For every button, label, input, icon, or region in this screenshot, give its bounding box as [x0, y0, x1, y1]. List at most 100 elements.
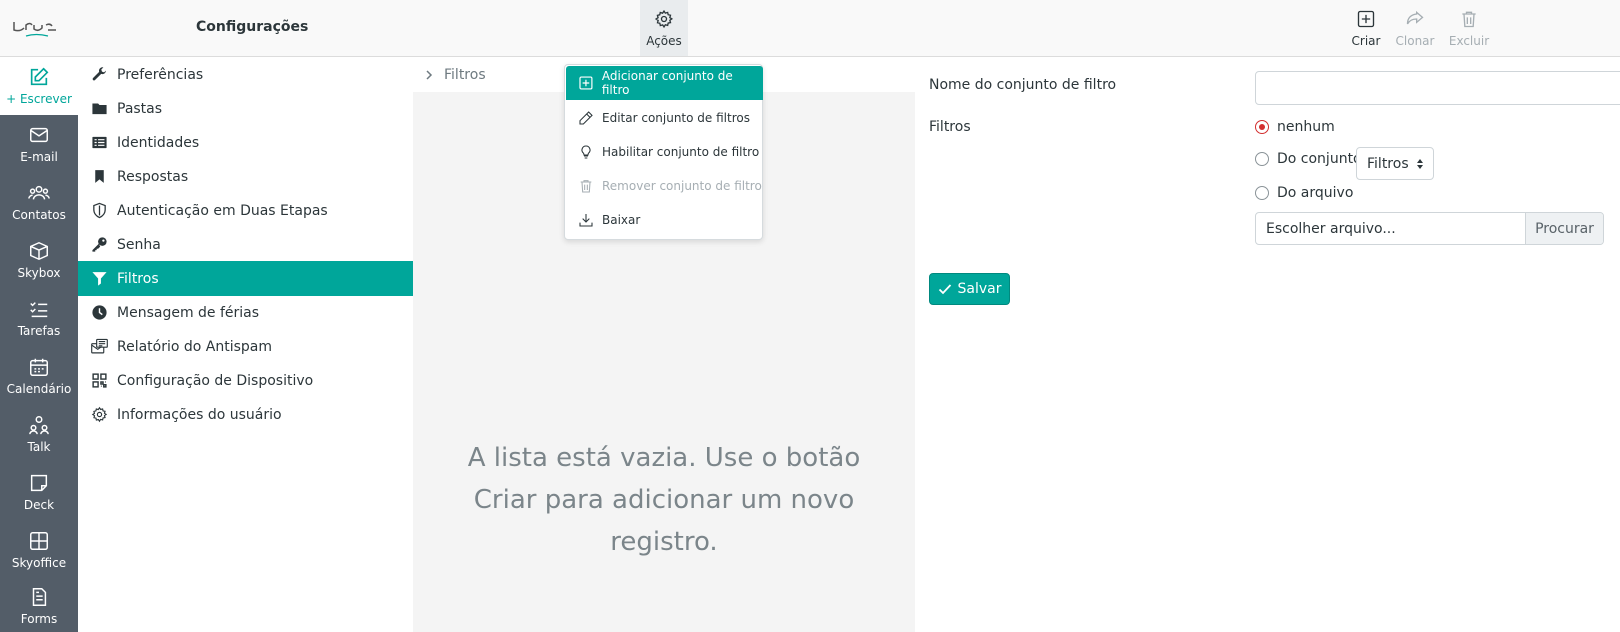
breadcrumb-label: Filtros	[444, 66, 486, 83]
settings-item-label: Mensagem de férias	[117, 304, 260, 321]
radio-option-from-file[interactable]: Do arquivo	[1255, 185, 1353, 201]
clone-button[interactable]: Clonar	[1391, 0, 1439, 56]
delete-button[interactable]: Excluir	[1444, 0, 1494, 56]
nav-item-label: Forms	[20, 611, 58, 626]
mail-icon	[30, 127, 48, 143]
forms-icon	[32, 587, 47, 606]
brand-logo	[13, 22, 56, 37]
sort-caret-icon	[1417, 159, 1423, 169]
office-icon	[30, 532, 48, 550]
settings-item-identities[interactable]: Identidades	[78, 125, 413, 160]
nav-item-calendar[interactable]: Calendário	[0, 347, 78, 405]
delete-label: Excluir	[1448, 33, 1490, 48]
actions-dropdown-menu: Adicionar conjunto de filtro Editar conj…	[564, 64, 763, 240]
menu-item-label: Baixar	[602, 213, 641, 227]
trash-icon	[1462, 11, 1476, 27]
nav-item-talk[interactable]: Talk	[0, 405, 78, 463]
top-bar: Configurações Ações Criar Clonar Excluir	[0, 0, 1620, 57]
settings-item-label: Identidades	[117, 134, 200, 151]
nav-item-label: Calendário	[6, 382, 72, 396]
save-button[interactable]: Salvar	[929, 273, 1010, 305]
file-picker[interactable]: Escolher arquivo... Procurar	[1255, 212, 1604, 245]
nav-item-email[interactable]: E-mail	[0, 115, 78, 173]
trash-icon	[580, 180, 592, 193]
settings-item-label: Relatório do Antispam	[117, 338, 273, 355]
contacts-icon	[28, 185, 50, 200]
settings-item-device[interactable]: Configuração de Dispositivo	[78, 363, 413, 398]
settings-item-label: Pastas	[117, 100, 163, 117]
radio-option-none[interactable]: nenhum	[1255, 119, 1335, 135]
main-navigation: + Escrever E-mail Contatos Skybox Tarefa…	[0, 57, 78, 632]
settings-item-label: Autenticação em Duas Etapas	[117, 202, 328, 219]
settings-item-preferences[interactable]: Preferências	[78, 57, 413, 92]
talk-icon	[29, 416, 49, 435]
settings-item-user-info[interactable]: Informações do usuário	[78, 397, 413, 432]
lightbulb-icon	[581, 145, 591, 159]
settings-item-password[interactable]: Senha	[78, 227, 413, 262]
page-title: Configurações	[196, 19, 309, 35]
qrcode-icon	[90, 372, 108, 390]
radio-option-from-set[interactable]: Do conjunto	[1255, 151, 1362, 167]
filter-set-form: Nome do conjunto de filtro Filtros nenhu…	[915, 57, 1620, 632]
deck-icon	[30, 474, 48, 492]
plus-square-icon	[579, 76, 593, 90]
settings-item-label: Informações do usuário	[117, 406, 282, 423]
settings-item-vacation[interactable]: Mensagem de férias	[78, 295, 413, 330]
radio-label: Do conjunto	[1277, 151, 1362, 167]
settings-item-antispam[interactable]: Relatório do Antispam	[78, 329, 413, 364]
nav-item-label: Contatos	[12, 208, 66, 222]
filter-set-select[interactable]: Filtros	[1356, 147, 1434, 180]
menu-item-label: Remover conjunto de filtro	[602, 179, 762, 193]
filter-set-name-input[interactable]	[1255, 71, 1620, 105]
shield-icon	[90, 202, 108, 220]
nav-item-skybox[interactable]: Skybox	[0, 231, 78, 289]
browse-button[interactable]: Procurar	[1525, 213, 1603, 244]
compose-button[interactable]: + Escrever	[0, 57, 78, 115]
menu-item-label: Adicionar conjunto de filtro	[601, 69, 733, 97]
empty-list-message: A lista está vazia. Use o botão Criar pa…	[467, 443, 861, 557]
settings-item-label: Filtros	[117, 270, 159, 287]
menu-item-label: Habilitar conjunto de filtro	[602, 145, 760, 159]
gear-icon	[654, 9, 674, 28]
share-icon	[1406, 10, 1424, 24]
nav-item-skyoffice[interactable]: Skyoffice	[0, 521, 78, 579]
menu-item-enable-filter-set[interactable]: Habilitar conjunto de filtro	[566, 135, 763, 169]
compose-icon	[30, 67, 49, 86]
settings-item-responses[interactable]: Respostas	[78, 159, 413, 194]
file-input[interactable]: Escolher arquivo...	[1256, 213, 1525, 244]
settings-item-label: Senha	[117, 236, 161, 253]
calendar-icon	[30, 358, 48, 376]
radio-label: Do arquivo	[1277, 185, 1354, 201]
radio-button[interactable]	[1255, 120, 1269, 134]
menu-item-add-filter-set[interactable]: Adicionar conjunto de filtro	[566, 66, 763, 100]
filter-icon	[90, 270, 108, 288]
check-icon	[938, 284, 951, 295]
settings-item-folders[interactable]: Pastas	[78, 91, 413, 126]
menu-item-edit-filter-set[interactable]: Editar conjunto de filtros	[566, 101, 763, 135]
nav-item-tasks[interactable]: Tarefas	[0, 289, 78, 347]
nav-item-label: Skybox	[17, 266, 61, 280]
select-value: Filtros	[1367, 155, 1409, 172]
download-icon	[579, 214, 593, 227]
actions-button[interactable]: Ações	[640, 0, 688, 56]
nav-item-deck[interactable]: Deck	[0, 463, 78, 521]
filter-set-name-label: Nome do conjunto de filtro	[929, 77, 1117, 93]
save-label: Salvar	[957, 281, 1002, 297]
nav-item-forms[interactable]: Forms	[0, 579, 78, 632]
radio-button[interactable]	[1255, 152, 1269, 166]
clock-icon	[90, 304, 108, 322]
clone-label: Clonar	[1395, 33, 1435, 48]
radio-label: nenhum	[1277, 119, 1335, 135]
id-card-icon	[90, 134, 108, 152]
plus-square-icon	[1357, 10, 1375, 27]
nav-item-contacts[interactable]: Contatos	[0, 173, 78, 231]
menu-item-download[interactable]: Baixar	[566, 203, 763, 237]
settings-item-two-factor[interactable]: Autenticação em Duas Etapas	[78, 193, 413, 228]
create-button[interactable]: Criar	[1346, 0, 1386, 56]
settings-item-filters[interactable]: Filtros	[78, 261, 413, 296]
menu-item-remove-filter-set[interactable]: Remover conjunto de filtro	[566, 169, 763, 203]
tasks-icon	[30, 302, 48, 318]
wrench-icon	[90, 66, 108, 84]
nav-item-label: Skyoffice	[11, 556, 67, 570]
radio-button[interactable]	[1255, 186, 1269, 200]
